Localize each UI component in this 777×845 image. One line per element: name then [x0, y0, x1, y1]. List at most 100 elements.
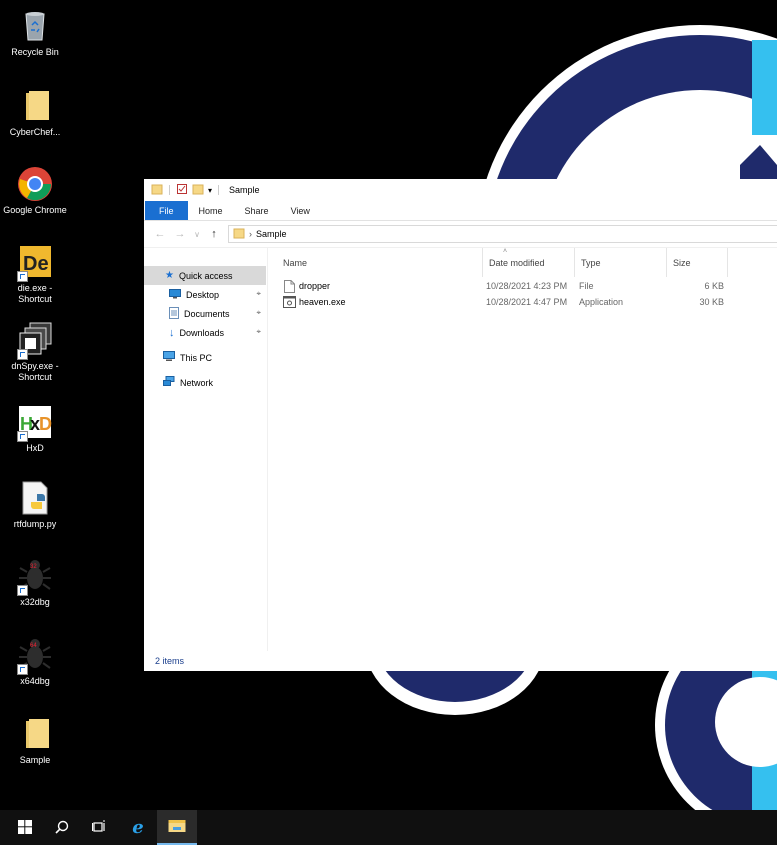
task-view-icon — [91, 820, 106, 836]
nav-network[interactable]: Network — [144, 373, 267, 392]
new-folder-icon[interactable] — [192, 183, 204, 197]
chevron-right-icon[interactable]: › — [249, 229, 252, 239]
desktop-icon-label: x64dbg — [20, 676, 50, 686]
chrome-icon — [17, 166, 53, 202]
desktop-icon-label: CyberChef... — [9, 127, 61, 137]
file-row[interactable]: dropper 10/28/2021 4:23 PM File 6 KB — [268, 278, 777, 294]
shortcut-arrow-icon — [17, 349, 28, 360]
search-icon — [55, 820, 69, 836]
file-size: 6 KB — [704, 281, 724, 291]
file-size: 30 KB — [699, 297, 724, 307]
pin-icon[interactable]: ⌖ — [256, 327, 261, 337]
column-header-type[interactable]: Type — [574, 248, 666, 277]
svg-text:32: 32 — [30, 564, 37, 570]
explorer-body: ★ Quick access Desktop ⌖ Documents ⌖ ↓ D… — [144, 248, 777, 651]
nav-label: Quick access — [178, 270, 233, 281]
breadcrumb-sample[interactable]: Sample — [256, 229, 287, 239]
column-header-size[interactable]: Size — [666, 248, 728, 277]
window-title: Sample — [229, 185, 260, 195]
desktop-icon-dnspy-shortcut[interactable]: dnSpy.exe - Shortcut — [2, 322, 68, 383]
desktop-icon-sample[interactable]: Sample — [2, 716, 68, 766]
desktop-icon — [169, 288, 181, 301]
nav-label: Network — [180, 377, 214, 388]
folder-icon — [17, 88, 53, 124]
up-arrow-icon[interactable]: ↑ — [208, 228, 220, 240]
tab-home[interactable]: Home — [188, 201, 234, 220]
desktop-icon-label: rtfdump.py — [13, 519, 57, 529]
desktop-icon-label: x32dbg — [20, 597, 50, 607]
nav-downloads[interactable]: ↓ Downloads ⌖ — [144, 323, 267, 342]
tab-view[interactable]: View — [280, 201, 321, 220]
download-arrow-icon: ↓ — [169, 326, 175, 339]
desktop-icon-die-shortcut[interactable]: De die.exe - Shortcut — [2, 244, 68, 305]
task-view-button[interactable] — [79, 810, 119, 845]
column-header-name[interactable]: Name — [268, 248, 482, 277]
status-bar: 2 items — [155, 656, 185, 666]
desktop-icon-label: die.exe - Shortcut — [17, 283, 53, 304]
desktop-icon-label: Sample — [19, 755, 51, 765]
tab-share[interactable]: Share — [234, 201, 280, 220]
folder-icon — [17, 716, 53, 752]
file-type: Application — [579, 297, 624, 307]
python-script-icon — [17, 480, 53, 516]
navigation-pane: ★ Quick access Desktop ⌖ Documents ⌖ ↓ D… — [144, 248, 268, 651]
column-headers: ˄ Name Date modified Type Size — [268, 248, 777, 277]
desktop-icon-cyberchef[interactable]: CyberChef... — [2, 88, 68, 138]
desktop-icon-x32dbg[interactable]: 32 x32dbg — [2, 558, 68, 608]
ribbon-tabs: File Home Share View — [144, 201, 777, 221]
title-bar: ▾ Sample — [144, 179, 777, 201]
file-type: File — [579, 281, 594, 291]
column-header-date-modified[interactable]: Date modified — [482, 248, 574, 277]
forward-arrow-icon[interactable]: → — [174, 228, 186, 240]
folder-icon — [151, 183, 163, 197]
address-bar[interactable]: › Sample — [228, 225, 777, 243]
search-button[interactable] — [42, 810, 82, 845]
file-date: 10/28/2021 4:23 PM — [486, 281, 568, 291]
svg-text:64: 64 — [30, 643, 37, 649]
recycle-bin-icon — [17, 8, 53, 44]
nav-desktop[interactable]: Desktop ⌖ — [144, 285, 267, 304]
nav-quick-access[interactable]: ★ Quick access — [144, 266, 266, 285]
properties-icon[interactable] — [176, 183, 188, 197]
star-icon: ★ — [165, 270, 174, 281]
svg-text:D: D — [39, 414, 52, 434]
internet-explorer-button[interactable]: e — [118, 810, 158, 845]
chevron-down-icon[interactable]: ▾ — [208, 186, 212, 195]
file-row[interactable]: heaven.exe 10/28/2021 4:47 PM Applicatio… — [268, 294, 777, 310]
desktop-icon-label: Recycle Bin — [11, 47, 59, 57]
file-explorer-taskbar-button[interactable] — [157, 810, 197, 845]
die-icon: De — [17, 244, 53, 282]
navigation-bar: ← → ∨ ↑ › Sample — [144, 221, 777, 248]
start-button[interactable] — [5, 810, 45, 845]
desktop-icon-google-chrome[interactable]: Google Chrome — [2, 166, 68, 216]
tab-file[interactable]: File — [145, 201, 188, 220]
shortcut-arrow-icon — [17, 431, 28, 442]
nav-documents[interactable]: Documents ⌖ — [144, 304, 267, 323]
file-list: ˄ Name Date modified Type Size dropper 1… — [268, 248, 777, 651]
nav-label: Downloads — [179, 327, 225, 338]
desktop: Recycle Bin CyberChef... Google Chrome D… — [0, 0, 777, 845]
back-arrow-icon[interactable]: ← — [154, 228, 166, 240]
dnspy-icon — [17, 322, 53, 360]
desktop-icon-label: dnSpy.exe - Shortcut — [11, 361, 59, 382]
desktop-icon-hxd[interactable]: HxD HxD — [2, 404, 68, 454]
shortcut-arrow-icon — [17, 271, 28, 282]
desktop-icon-rtfdump[interactable]: rtfdump.py — [2, 480, 68, 530]
computer-icon — [163, 351, 175, 364]
desktop-icon-label: HxD — [26, 443, 44, 453]
separator — [218, 185, 220, 195]
pin-icon[interactable]: ⌖ — [256, 289, 261, 299]
documents-icon — [169, 306, 179, 321]
x32dbg-icon: 32 — [17, 558, 53, 596]
file-explorer-icon — [168, 819, 186, 835]
recent-locations-icon[interactable]: ∨ — [194, 230, 200, 239]
pin-icon[interactable]: ⌖ — [256, 308, 261, 318]
shortcut-arrow-icon — [17, 664, 28, 675]
exe-icon — [283, 294, 296, 310]
desktop-icon-x64dbg[interactable]: 64 x64dbg — [2, 637, 68, 687]
windows-start-icon — [18, 819, 32, 836]
desktop-icon-recycle-bin[interactable]: Recycle Bin — [2, 8, 68, 58]
desktop-icon-label: Google Chrome — [3, 205, 67, 215]
nav-this-pc[interactable]: This PC — [144, 348, 267, 367]
internet-explorer-icon: e — [132, 817, 144, 838]
